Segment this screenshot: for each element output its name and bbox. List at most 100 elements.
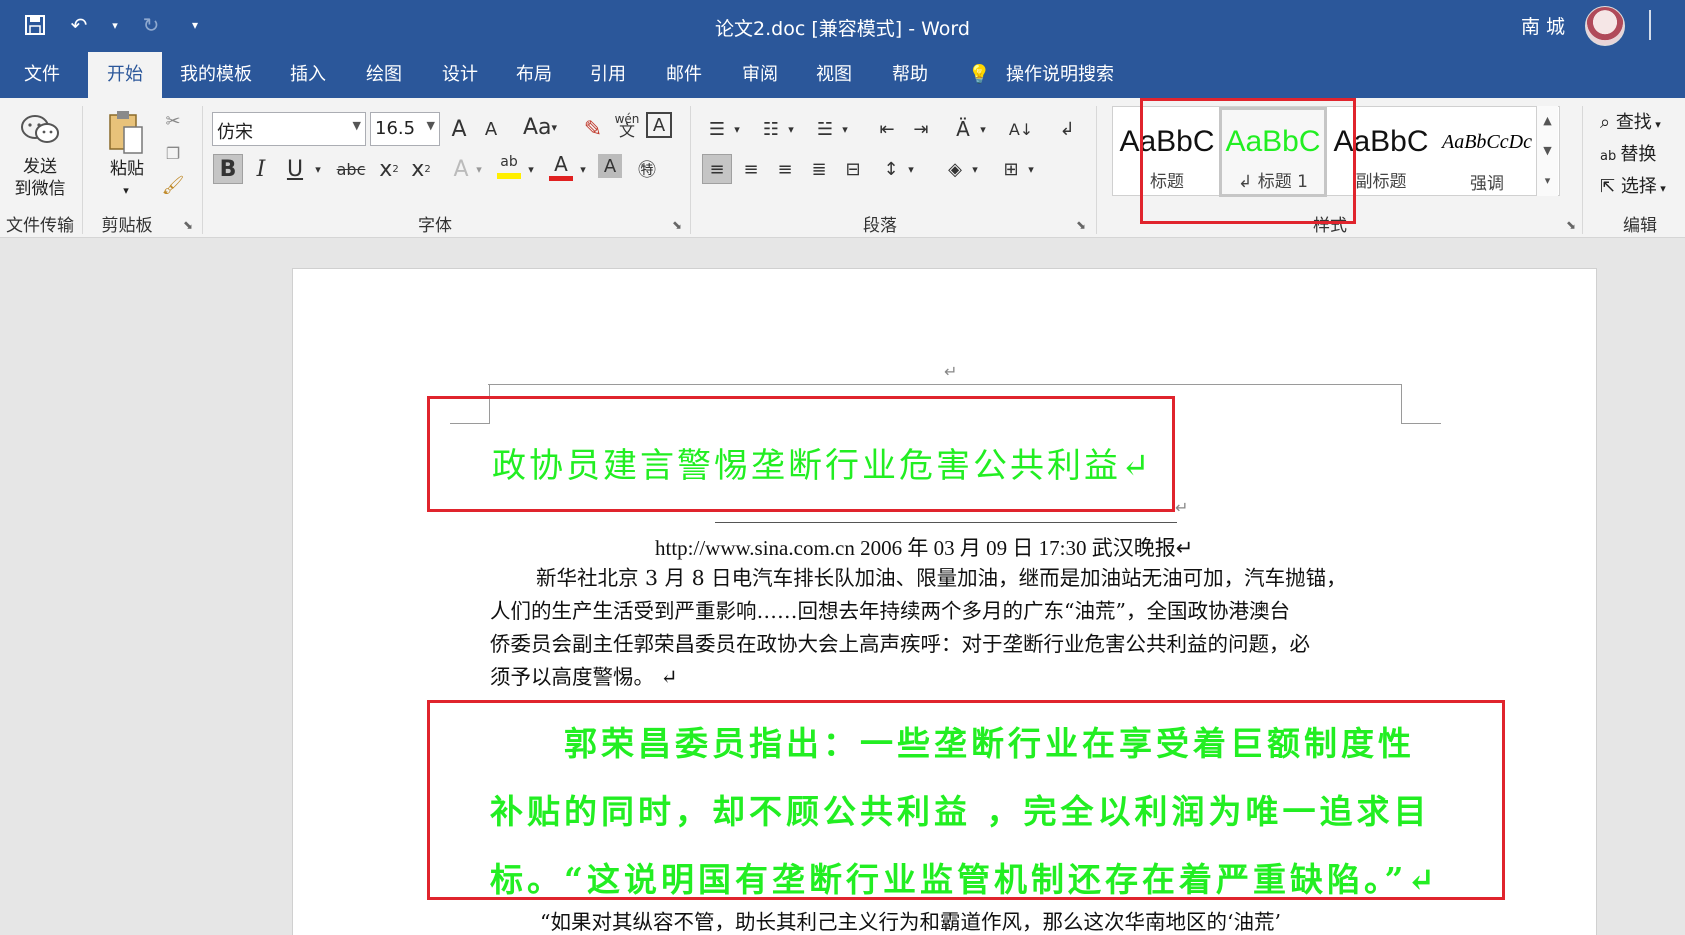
styles-gallery-scroll[interactable]: ▲ ▼ ▾	[1536, 106, 1558, 196]
paste-icon[interactable]	[104, 108, 148, 158]
superscript-label: x	[411, 156, 425, 182]
tab-file[interactable]: 文件	[18, 52, 66, 98]
chevron-down-icon[interactable]: ▾	[310, 154, 326, 184]
chevron-down-icon[interactable]: ▾	[976, 114, 990, 144]
avatar[interactable]	[1585, 6, 1625, 46]
group-label-clipboard: 剪贴板	[101, 216, 153, 236]
chevron-down-icon[interactable]: ▾	[730, 114, 744, 144]
more-styles-icon[interactable]: ▾	[1537, 166, 1558, 196]
tab-layout[interactable]: 布局	[510, 52, 558, 98]
sort-icon[interactable]: A↓	[1006, 114, 1036, 144]
underline-button[interactable]: U	[280, 154, 310, 184]
separator	[1096, 106, 1097, 234]
highlight-box-paragraph	[427, 700, 1505, 900]
style-emphasis[interactable]: AaBbCcDc 强调	[1435, 107, 1539, 197]
customize-qat-icon[interactable]: ▾	[182, 12, 208, 38]
strikethrough-button[interactable]: abc	[332, 154, 370, 184]
send-to-wechat-button[interactable]: 发送 到微信	[8, 156, 72, 200]
bullets-icon[interactable]: ☰	[702, 114, 732, 144]
chevron-down-icon[interactable]: ▾	[472, 154, 486, 184]
ribbon-display-options-button[interactable]	[1649, 10, 1685, 40]
highlight-color-button[interactable]: ab	[494, 152, 524, 182]
group-label-file-transfer: 文件传输	[6, 216, 74, 236]
paragraph-dialog-launcher-icon[interactable]: ⬊	[1076, 218, 1086, 232]
user-name[interactable]: 南 城	[1521, 12, 1565, 39]
chevron-down-icon[interactable]: ▾	[110, 12, 120, 38]
phonetic-char: 文	[618, 121, 635, 140]
format-painter-icon[interactable]: 🖌	[160, 172, 186, 198]
text-direction-icon[interactable]: Ä	[948, 114, 978, 144]
distributed-button[interactable]: ⊟	[838, 154, 868, 184]
justify-button[interactable]: ≣	[804, 154, 834, 184]
show-marks-icon[interactable]: ↲	[1052, 114, 1082, 144]
save-icon[interactable]	[22, 12, 48, 38]
enclose-characters-icon[interactable]: ㊕	[632, 154, 662, 184]
font-color-label: A	[554, 151, 568, 176]
align-center-button[interactable]: ≡	[736, 154, 766, 184]
chevron-down-icon[interactable]: ▾	[116, 180, 136, 202]
change-case-label: Aa	[522, 114, 552, 140]
italic-button[interactable]: I	[246, 154, 276, 184]
chevron-down-icon[interactable]: ▾	[968, 154, 982, 184]
font-color-button[interactable]: A	[546, 152, 576, 182]
tab-my-templates[interactable]: 我的模板	[174, 52, 258, 98]
cut-icon[interactable]: ✂	[160, 108, 186, 134]
chevron-down-icon[interactable]: ▾	[576, 154, 590, 184]
bold-button[interactable]: B	[213, 154, 243, 184]
align-left-button[interactable]: ≡	[702, 154, 732, 184]
tab-home[interactable]: 开始	[88, 52, 162, 98]
decrease-indent-icon[interactable]: ⇤	[872, 114, 902, 144]
undo-icon[interactable]: ↶	[66, 12, 92, 38]
change-case-button[interactable]: Aa ▾	[518, 112, 562, 142]
tab-references[interactable]: 引用	[584, 52, 632, 98]
borders-icon[interactable]: ⊞	[996, 154, 1026, 184]
character-border-icon[interactable]: A	[646, 112, 672, 138]
chevron-down-icon[interactable]: ▾	[784, 114, 798, 144]
tab-insert[interactable]: 插入	[284, 52, 332, 98]
clear-formatting-icon[interactable]: ✎	[578, 114, 608, 144]
tab-review[interactable]: 审阅	[736, 52, 784, 98]
font-dialog-launcher-icon[interactable]: ⬊	[672, 218, 682, 232]
character-shading-icon[interactable]: A	[598, 154, 622, 178]
align-right-button[interactable]: ≡	[770, 154, 800, 184]
find-button[interactable]: ⌕ 查找 ▾	[1600, 108, 1661, 134]
numbering-icon[interactable]: ☷	[756, 114, 786, 144]
tab-mailings[interactable]: 邮件	[660, 52, 708, 98]
tab-design[interactable]: 设计	[436, 52, 484, 98]
chevron-up-icon[interactable]: ▲	[1537, 106, 1558, 136]
grow-font-icon[interactable]: A	[444, 114, 474, 144]
superscript-button[interactable]: x2	[406, 154, 436, 184]
text-line: 人们的生产生活受到严重影响……回想去年持续两个多月的广东“油荒”，全国政协港澳台	[490, 599, 1290, 623]
chevron-down-icon[interactable]: ▼	[1537, 136, 1558, 166]
font-name-combo[interactable]: 仿宋 ▼	[212, 112, 366, 146]
paragraph-mark: ↵	[944, 362, 958, 381]
style-sample: AaBbCcDc	[1442, 131, 1532, 153]
send-to-wechat-label-2: 到微信	[14, 179, 66, 199]
shrink-font-icon[interactable]: A	[476, 114, 506, 144]
tab-view[interactable]: 视图	[810, 52, 858, 98]
multilevel-list-icon[interactable]: ☱	[810, 114, 840, 144]
redo-icon[interactable]: ↻	[138, 12, 164, 38]
quick-access-toolbar: ↶ ▾ ↻ ▾	[22, 12, 208, 38]
font-size-combo[interactable]: 16.5 ▼	[370, 112, 440, 146]
text-line: 侨委员会副主任郭荣昌委员在政协大会上高声疾呼：对于垄断行业危害公共利益的问题，必	[490, 632, 1310, 656]
chevron-down-icon[interactable]: ▾	[524, 154, 538, 184]
styles-dialog-launcher-icon[interactable]: ⬊	[1566, 218, 1576, 232]
chevron-down-icon[interactable]: ▾	[904, 154, 918, 184]
subscript-button[interactable]: x2	[374, 154, 404, 184]
tab-help[interactable]: 帮助	[886, 52, 934, 98]
replace-button[interactable]: ab 替换	[1600, 140, 1656, 166]
clipboard-dialog-launcher-icon[interactable]: ⬊	[183, 218, 193, 232]
shading-icon[interactable]: ◈	[940, 154, 970, 184]
tab-draw[interactable]: 绘图	[360, 52, 408, 98]
line-spacing-icon[interactable]: ↕	[876, 154, 906, 184]
copy-icon[interactable]: ❐	[160, 140, 186, 166]
chevron-down-icon[interactable]: ▾	[1024, 154, 1038, 184]
paste-button[interactable]: 粘贴	[100, 158, 154, 180]
phonetic-guide-icon[interactable]: wén 文	[612, 110, 642, 140]
ribbon-tabs: 文件 开始 我的模板 插入 绘图 设计 布局 引用 邮件 审阅 视图 帮助 💡 …	[0, 52, 1685, 98]
increase-indent-icon[interactable]: ⇥	[906, 114, 936, 144]
tell-me-search[interactable]: 操作说明搜索	[1006, 52, 1114, 98]
chevron-down-icon[interactable]: ▾	[838, 114, 852, 144]
select-button[interactable]: ⇱ 选择 ▾	[1600, 172, 1666, 198]
